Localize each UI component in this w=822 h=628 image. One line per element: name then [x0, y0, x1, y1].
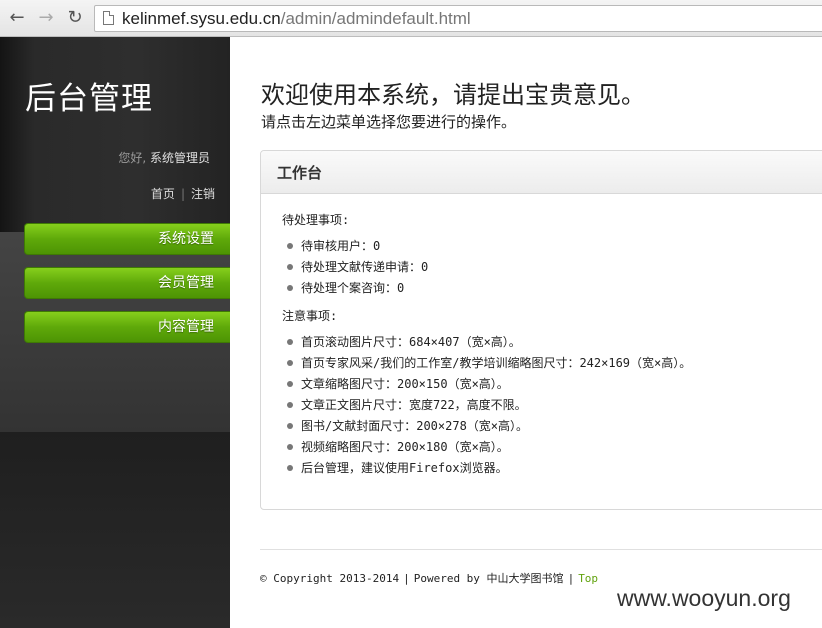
list-item-text: 后台管理，建议使用Firefox浏览器。 — [301, 461, 508, 475]
top-links: 首页 | 注销 — [151, 185, 215, 202]
list-item: 首页专家风采/我们的工作室/教学培训缩略图尺寸：242×169（宽×高）。 — [285, 353, 691, 374]
list-item-text: 图书/文献封面尺寸：200×278（宽×高）。 — [301, 419, 529, 433]
list-item: 首页滚动图片尺寸：684×407（宽×高）。 — [285, 332, 691, 353]
bullet-icon — [287, 444, 293, 450]
list-item: 待审核用户：0 — [285, 236, 428, 257]
list-item-text: 视频缩略图尺寸：200×180（宽×高）。 — [301, 440, 509, 454]
browser-toolbar: ← → ↻ kelinmef.sysu.edu.cn/admin/adminde… — [0, 0, 822, 37]
bullet-icon — [287, 423, 293, 429]
link-separator: | — [180, 187, 185, 201]
bullet-icon — [287, 465, 293, 471]
footer-divider — [260, 549, 822, 550]
list-item: 文章正文图片尺寸：宽度722，高度不限。 — [285, 395, 691, 416]
welcome-title: 欢迎使用本系统，请提出宝贵意见。 — [261, 81, 645, 109]
url-path: /admin/admindefault.html — [280, 9, 471, 28]
list-item-text: 待审核用户：0 — [301, 239, 381, 253]
list-item-text: 待处理文献传递申请：0 — [301, 260, 429, 274]
main-content: 欢迎使用本系统，请提出宝贵意见。 请点击左边菜单选择您要进行的操作。 工作台 待… — [230, 37, 822, 628]
workbench-panel: 工作台 待处理事项: 待审核用户：0 待处理文献传递申请：0 待处理个案咨询：0… — [260, 150, 822, 510]
bullet-icon — [287, 285, 293, 291]
sidebar: 后台管理 您好, 系统管理员 首页 | 注销 系统设置 会员管理 内容管理 — [0, 37, 230, 628]
back-arrow-icon[interactable]: ← — [6, 7, 28, 29]
bullet-icon — [287, 339, 293, 345]
list-item-text: 首页专家风采/我们的工作室/教学培训缩略图尺寸：242×169（宽×高）。 — [301, 356, 692, 370]
footer-separator: | — [403, 572, 410, 585]
menu-item-content-management[interactable]: 内容管理 — [24, 311, 230, 343]
reload-icon[interactable]: ↻ — [64, 7, 86, 29]
url-host: kelinmef.sysu.edu.cn — [122, 9, 281, 28]
sidebar-lower — [0, 432, 230, 628]
notes-list: 首页滚动图片尺寸：684×407（宽×高）。 首页专家风采/我们的工作室/教学培… — [285, 332, 691, 479]
list-item-text: 首页滚动图片尺寸：684×407（宽×高）。 — [301, 335, 521, 349]
admin-title: 后台管理 — [25, 81, 153, 117]
welcome-subtitle: 请点击左边菜单选择您要进行的操作。 — [261, 113, 517, 131]
url-text[interactable]: kelinmef.sysu.edu.cn/admin/admindefault.… — [122, 8, 471, 29]
bullet-icon — [287, 243, 293, 249]
bullet-icon — [287, 402, 293, 408]
copyright-text: © Copyright 2013-2014 — [260, 572, 400, 585]
pending-label: 待处理事项: — [282, 213, 350, 227]
pending-list: 待审核用户：0 待处理文献传递申请：0 待处理个案咨询：0 — [285, 236, 428, 299]
footer-separator: | — [567, 572, 575, 585]
list-item-text: 待处理个案咨询：0 — [301, 281, 405, 295]
notes-label: 注意事项: — [282, 309, 338, 323]
list-item: 后台管理，建议使用Firefox浏览器。 — [285, 458, 691, 479]
menu-item-member-management[interactable]: 会员管理 — [24, 267, 230, 299]
panel-header: 工作台 — [261, 151, 822, 194]
bullet-icon — [287, 381, 293, 387]
username: 系统管理员 — [149, 151, 210, 165]
menu-item-system-settings[interactable]: 系统设置 — [24, 223, 230, 255]
panel-title: 工作台 — [277, 164, 323, 182]
list-item: 视频缩略图尺寸：200×180（宽×高）。 — [285, 437, 691, 458]
greeting-prefix: 您好, — [118, 151, 147, 165]
powered-by-text: Powered by 中山大学图书馆 — [413, 572, 564, 585]
top-link[interactable]: Top — [578, 572, 598, 585]
watermark: www.wooyun.org — [617, 585, 791, 611]
page-icon — [103, 11, 114, 25]
address-bar[interactable]: kelinmef.sysu.edu.cn/admin/admindefault.… — [94, 5, 822, 32]
list-item: 文章缩略图尺寸：200×150（宽×高）。 — [285, 374, 691, 395]
bullet-icon — [287, 264, 293, 270]
forward-arrow-icon[interactable]: → — [35, 7, 57, 29]
list-item: 待处理文献传递申请：0 — [285, 257, 428, 278]
logout-link[interactable]: 注销 — [191, 187, 215, 201]
footer: © Copyright 2013-2014 | Powered by 中山大学图书馆… — [260, 570, 598, 586]
list-item-text: 文章正文图片尺寸：宽度722，高度不限。 — [301, 398, 527, 412]
list-item: 图书/文献封面尺寸：200×278（宽×高）。 — [285, 416, 691, 437]
greeting: 您好, 系统管理员 — [118, 149, 210, 166]
home-link[interactable]: 首页 — [151, 187, 175, 201]
list-item-text: 文章缩略图尺寸：200×150（宽×高）。 — [301, 377, 509, 391]
bullet-icon — [287, 360, 293, 366]
list-item: 待处理个案咨询：0 — [285, 278, 428, 299]
